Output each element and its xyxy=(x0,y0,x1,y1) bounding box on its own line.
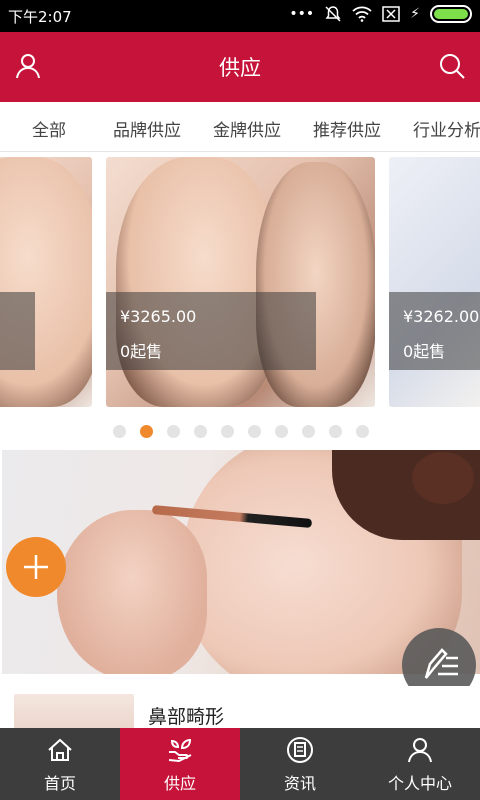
tab-all[interactable]: 全部 xyxy=(32,116,66,141)
app-header: 供应 xyxy=(0,32,480,102)
nav-news-label: 资讯 xyxy=(283,774,316,793)
price-overlay: ¥3262.00 0起售 xyxy=(389,292,480,370)
product-card[interactable]: ¥3265.00 0起售 xyxy=(106,157,375,407)
more-dots-icon: ••• xyxy=(289,6,315,22)
page-title: 供应 xyxy=(219,56,261,80)
carousel-dot[interactable] xyxy=(248,425,261,438)
product-card[interactable]: ¥3262.00 0起售 xyxy=(389,157,480,407)
person-icon xyxy=(408,738,432,763)
nav-supply[interactable]: 供应 xyxy=(120,728,240,800)
product-min-order: 0起售 xyxy=(403,342,446,361)
price-overlay xyxy=(0,292,35,370)
bottom-nav: 首页 供应 资讯 个人中心 xyxy=(0,728,480,800)
product-price: ¥3265.00 xyxy=(120,307,197,326)
banner-image-hand xyxy=(57,510,207,674)
product-price: ¥3262.00 xyxy=(403,307,480,326)
status-time: 下午2:07 xyxy=(8,8,72,26)
carousel-indicator xyxy=(0,425,480,441)
carousel-dot[interactable] xyxy=(167,425,180,438)
charging-icon: ⚡ xyxy=(410,6,420,22)
carousel-dot[interactable] xyxy=(194,425,207,438)
banner-image-bun xyxy=(412,452,474,504)
search-icon[interactable] xyxy=(438,52,466,80)
carousel-dot[interactable] xyxy=(275,425,288,438)
nav-profile-label: 个人中心 xyxy=(387,774,452,793)
price-overlay: ¥3265.00 0起售 xyxy=(106,292,316,370)
product-min-order: 0起售 xyxy=(120,342,163,361)
nav-news[interactable]: 资讯 xyxy=(240,728,360,800)
carousel-dot[interactable] xyxy=(329,425,342,438)
carousel-dot[interactable] xyxy=(140,425,153,438)
nav-supply-label: 供应 xyxy=(163,774,196,793)
mute-bell-icon xyxy=(325,6,341,22)
tab-gold-supply[interactable]: 金牌供应 xyxy=(213,116,281,141)
product-card[interactable] xyxy=(0,157,92,407)
carousel-dot[interactable] xyxy=(302,425,315,438)
no-sim-icon xyxy=(382,6,400,22)
tab-industry-analysis[interactable]: 行业分析 xyxy=(413,116,480,141)
list-item-title: 鼻部畸形 xyxy=(148,706,225,728)
carousel-dot[interactable] xyxy=(356,425,369,438)
home-icon xyxy=(48,738,72,761)
nav-home[interactable]: 首页 xyxy=(0,728,120,800)
status-bar: 下午2:07 ••• ⚡ xyxy=(0,0,480,32)
tab-brand-supply[interactable]: 品牌供应 xyxy=(113,116,181,141)
status-icons: ••• ⚡ xyxy=(289,5,472,23)
plus-icon xyxy=(24,555,48,579)
product-carousel[interactable]: ¥3265.00 0起售 ¥3262.00 0起售 xyxy=(0,152,480,417)
news-icon xyxy=(287,737,313,763)
add-button[interactable] xyxy=(6,537,66,597)
category-tabs: 全部 品牌供应 金牌供应 推荐供应 行业分析 xyxy=(0,102,480,152)
product-image-secondary xyxy=(256,162,375,407)
carousel-dot[interactable] xyxy=(221,425,234,438)
supply-icon xyxy=(168,738,192,763)
wifi-icon xyxy=(352,6,372,22)
battery-icon xyxy=(430,5,472,23)
carousel-dot[interactable] xyxy=(113,425,126,438)
nav-home-label: 首页 xyxy=(43,774,76,793)
tab-recommended-supply[interactable]: 推荐供应 xyxy=(313,116,381,141)
nav-profile[interactable]: 个人中心 xyxy=(360,728,480,800)
